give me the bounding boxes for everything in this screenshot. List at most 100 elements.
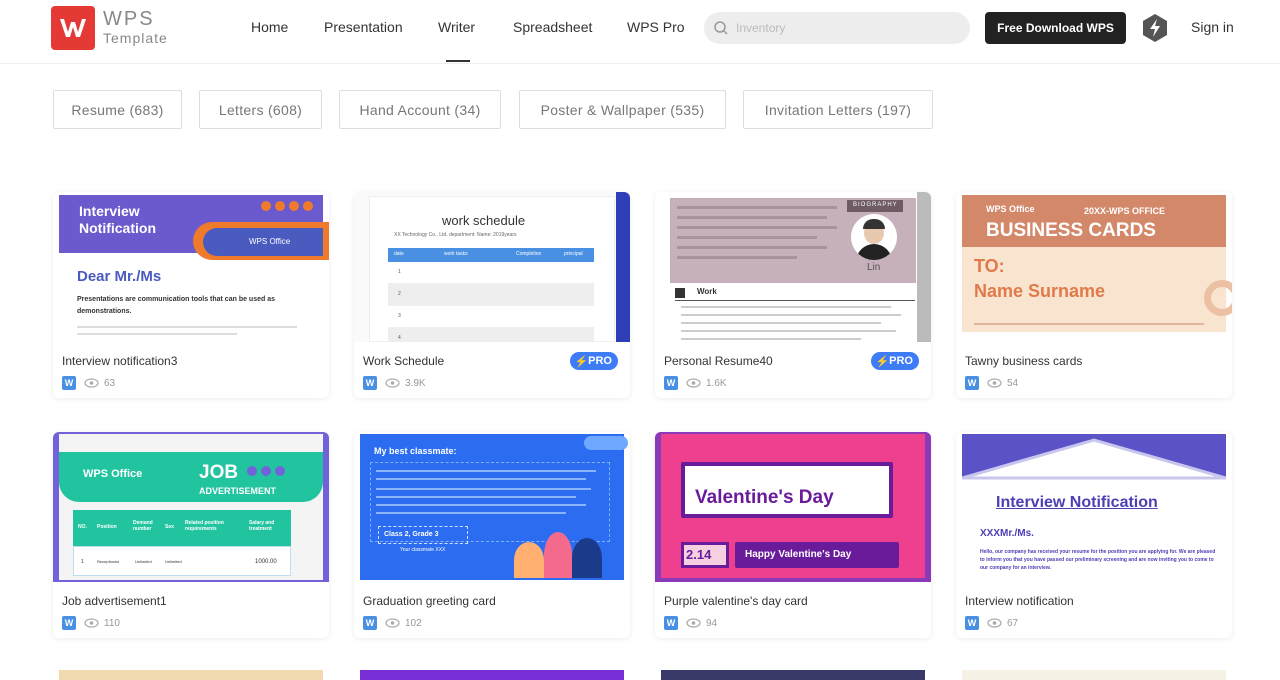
next-row-thumbnail[interactable]: [661, 670, 925, 680]
thumb-text: date: [394, 251, 404, 257]
thumb-text: XX Technology Co., Ltd. department: Name…: [394, 232, 517, 238]
category-resume[interactable]: Resume (683): [53, 90, 182, 129]
wps-writer-icon: W: [664, 376, 678, 390]
eye-icon: [686, 618, 701, 628]
thumb-text: Lin: [867, 262, 881, 273]
thumb-text: Demand number: [133, 520, 153, 532]
eye-icon: [686, 378, 701, 388]
sign-in-link[interactable]: Sign in: [1191, 19, 1234, 35]
thumb-text: TO:: [974, 256, 1005, 276]
category-invitation-letters[interactable]: Invitation Letters (197): [743, 90, 933, 129]
eye-icon: [987, 618, 1002, 628]
nav-presentation[interactable]: Presentation: [324, 19, 403, 35]
thumb-text: Class 2, Grade 3: [384, 531, 439, 538]
thumb-text: Happy Valentine's Day: [745, 549, 852, 560]
thumb-text: JOB: [199, 462, 239, 483]
top-header: WPS Template Home Presentation Writer Sp…: [0, 0, 1280, 64]
thumb-text: WPS Office: [986, 204, 1035, 214]
thumb-text: Salary and treatment: [249, 520, 275, 532]
next-row-thumbnail[interactable]: [59, 670, 323, 680]
thumb-text: Hello, our company has received your res…: [980, 549, 1216, 571]
pro-badge: ⚡ PRO: [570, 352, 618, 370]
card-title[interactable]: Graduation greeting card: [363, 594, 496, 608]
template-card[interactable]: WPS Office 20XX-WPS OFFICE BUSINESS CARD…: [956, 192, 1232, 398]
thumb-text: Sex: [165, 524, 174, 530]
card-meta: W 102: [363, 616, 422, 630]
thumb-text: 20XX-WPS OFFICE: [1084, 206, 1166, 216]
nav-home[interactable]: Home: [251, 19, 288, 35]
next-row-thumbnail[interactable]: [962, 670, 1226, 680]
template-card[interactable]: work schedule XX Technology Co., Ltd. de…: [354, 192, 630, 398]
pro-label: PRO: [889, 355, 913, 367]
eye-icon: [84, 378, 99, 388]
template-thumbnail[interactable]: Valentine's Day 2.14 Happy Valentine's D…: [655, 432, 931, 582]
pro-badge: ⚡ PRO: [871, 352, 919, 370]
template-card[interactable]: Valentine's Day 2.14 Happy Valentine's D…: [655, 432, 931, 638]
category-letters[interactable]: Letters (608): [199, 90, 322, 129]
thumb-text: Completion: [516, 251, 542, 257]
wps-writer-icon: W: [965, 616, 979, 630]
next-row-thumbnail[interactable]: [360, 670, 624, 680]
wps-writer-icon: W: [965, 376, 979, 390]
thumb-text: Interview Notification: [996, 494, 1158, 511]
template-card[interactable]: WPS Office JOB ADVERTISEMENT NO. Positio…: [53, 432, 329, 638]
template-card[interactable]: WPS Office Interview Notification XXXMr.…: [956, 432, 1232, 638]
thumb-text: Related position requirements: [185, 520, 224, 532]
template-thumbnail[interactable]: work schedule XX Technology Co., Ltd. de…: [354, 192, 630, 342]
card-title[interactable]: Tawny business cards: [965, 354, 1082, 368]
card-title[interactable]: Interview notification3: [62, 354, 177, 368]
card-title[interactable]: Interview notification: [965, 594, 1074, 608]
card-title[interactable]: Work Schedule: [363, 354, 444, 368]
nav-writer[interactable]: Writer: [438, 19, 475, 35]
wps-writer-icon: W: [62, 616, 76, 630]
template-thumbnail[interactable]: WPS Office Interview Notification XXXMr.…: [956, 432, 1232, 582]
view-count: 54: [1007, 377, 1019, 389]
free-download-button[interactable]: Free Download WPS: [985, 12, 1126, 44]
card-title[interactable]: Purple valentine's day card: [664, 594, 808, 608]
thumb-text: work tasks: [444, 251, 468, 257]
thumb-text: 1: [81, 559, 84, 565]
template-thumbnail[interactable]: BIOGRAPHY Lin Work: [655, 192, 931, 342]
template-thumbnail[interactable]: My best classmate: Class 2, Grade 3 Your…: [354, 432, 630, 582]
wps-writer-icon: W: [363, 616, 377, 630]
lightning-icon[interactable]: [1141, 13, 1169, 43]
thumb-text: principal: [564, 251, 583, 257]
card-title[interactable]: Personal Resume40: [664, 354, 773, 368]
nav-spreadsheet[interactable]: Spreadsheet: [513, 19, 592, 35]
template-card[interactable]: My best classmate: Class 2, Grade 3 Your…: [354, 432, 630, 638]
thumb-text: Receptionist: [97, 559, 120, 564]
card-meta: W 67: [965, 616, 1018, 630]
wps-logo-icon[interactable]: [51, 6, 95, 50]
search-input[interactable]: [736, 19, 956, 37]
wps-writer-icon: W: [62, 376, 76, 390]
search-icon: [714, 21, 728, 35]
template-thumbnail[interactable]: WPS Office 20XX-WPS OFFICE BUSINESS CARD…: [956, 192, 1232, 342]
category-poster-wallpaper[interactable]: Poster & Wallpaper (535): [519, 90, 726, 129]
template-thumbnail[interactable]: Interview Notification WPS Office Dear M…: [53, 192, 329, 342]
card-title[interactable]: Job advertisement1: [62, 594, 167, 608]
logo-wordmark[interactable]: WPS Template: [103, 8, 168, 46]
card-meta: W 110: [62, 616, 120, 630]
view-count: 94: [706, 617, 718, 629]
eye-icon: [385, 618, 400, 628]
active-nav-indicator: [446, 60, 470, 62]
category-hand-account[interactable]: Hand Account (34): [339, 90, 501, 129]
thumb-text: Unlimited: [135, 559, 152, 564]
template-thumbnail[interactable]: WPS Office JOB ADVERTISEMENT NO. Positio…: [53, 432, 329, 582]
thumb-text: BIOGRAPHY: [853, 202, 898, 208]
thumb-text: Name Surname: [974, 281, 1106, 301]
card-meta: W 94: [664, 616, 717, 630]
search-box[interactable]: [704, 12, 970, 44]
card-meta: W 3.9K: [363, 376, 426, 390]
view-count: 1.6K: [706, 377, 727, 389]
thumb-text: Valentine's Day: [695, 487, 834, 508]
nav-wps-pro[interactable]: WPS Pro: [627, 19, 685, 35]
pro-label: PRO: [588, 355, 612, 367]
template-card[interactable]: Interview Notification WPS Office Dear M…: [53, 192, 329, 398]
view-count: 102: [405, 617, 422, 629]
thumb-text: Unlimited: [165, 559, 182, 564]
thumb-text: Notification: [79, 220, 156, 236]
thumb-text: 2.14: [686, 547, 712, 562]
template-card[interactable]: BIOGRAPHY Lin Work Personal Resume40 ⚡ PR…: [655, 192, 931, 398]
thumb-text: Interview: [79, 203, 140, 219]
